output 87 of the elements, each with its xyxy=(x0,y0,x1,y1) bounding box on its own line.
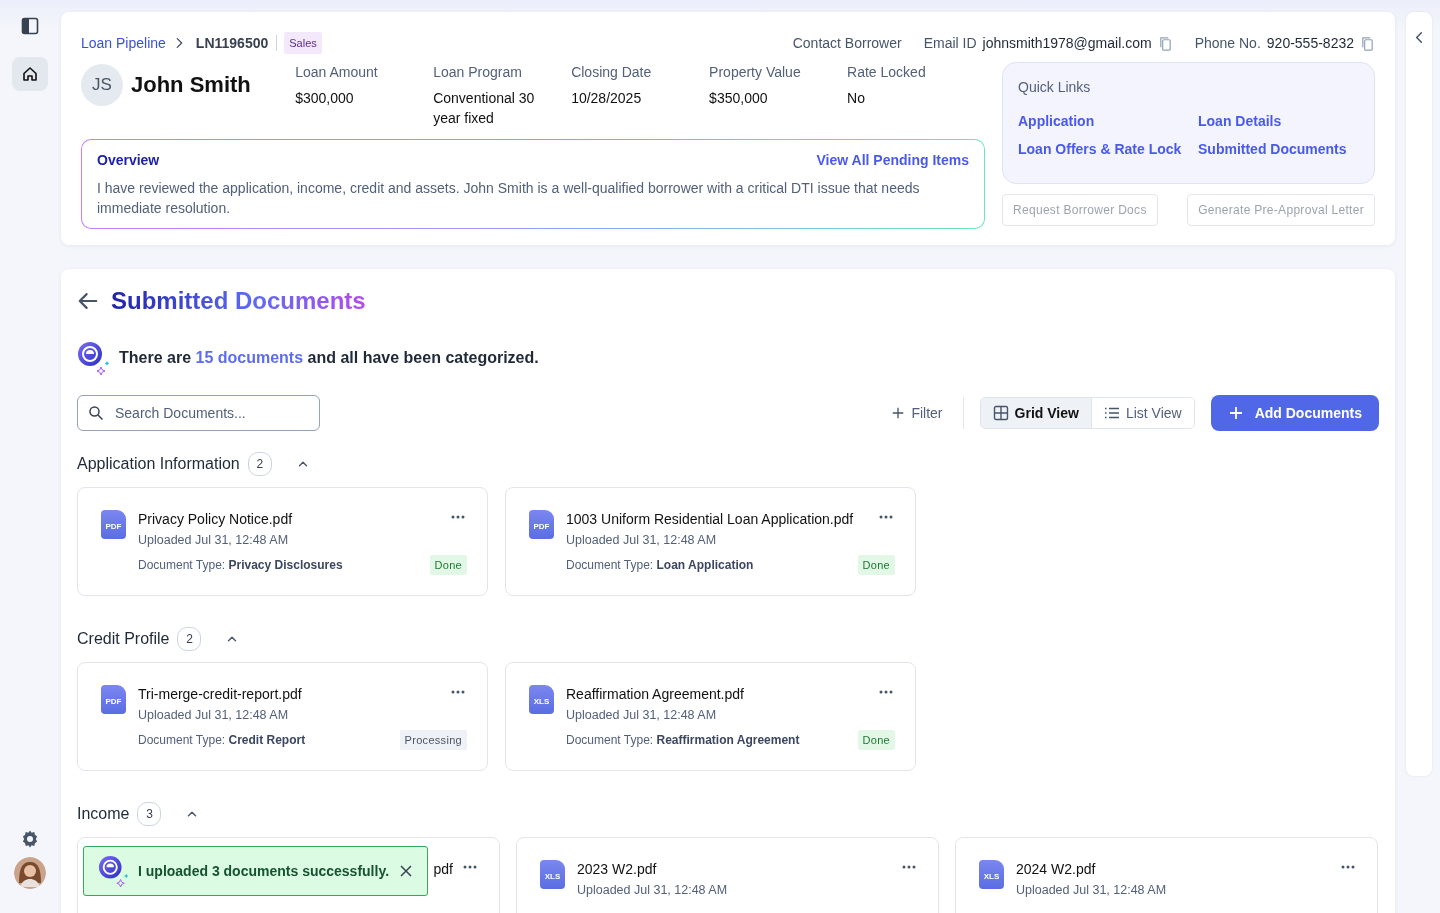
overview-title: Overview xyxy=(97,152,160,168)
email-value: johnsmith1978@gmail.com xyxy=(982,35,1152,51)
phone-value: 920-555-8232 xyxy=(1266,35,1354,51)
file-name: 1003 Uniform Residential Loan Application.pdf xyxy=(566,511,855,527)
file-icon: XLS xyxy=(979,860,1004,889)
upload-date: Uploaded Jul 31, 12:48 AM xyxy=(566,708,718,722)
field-value: $300,000 xyxy=(295,89,355,108)
field-label: Closing Date xyxy=(571,64,653,80)
upload-date: Uploaded Jul 31, 12:48 AM xyxy=(138,533,290,547)
file-name: pdf xyxy=(433,861,453,877)
document-type: Document Type: Privacy Disclosures xyxy=(138,558,343,572)
back-arrow-icon[interactable] xyxy=(77,290,99,312)
home-icon xyxy=(22,66,38,82)
summary-text: There are 15 documents and all have been categorized. xyxy=(119,349,539,367)
field-value: Conventional 30 year fixed xyxy=(433,89,536,128)
section-title: Credit Profile xyxy=(77,630,170,648)
pending-items-link[interactable]: View All Pending Items xyxy=(816,152,969,168)
toast-message: I uploaded 3 documents successfully. xyxy=(138,862,391,881)
overview-text: I have reviewed the application, income, credit and assets. John Smith is a well-qualified borrower with a critical DTI issue that needs immediate resolution. xyxy=(97,179,921,218)
field-value: $350,000 xyxy=(709,89,769,108)
file-name: Tri-merge-credit-report.pdf xyxy=(138,686,303,702)
breadcrumb-link[interactable]: Loan Pipeline xyxy=(81,35,166,51)
document-card[interactable]: XLS 2023 W2.pdf Uploaded Jul 31, 12:48 AM xyxy=(516,837,939,913)
upload-date: Uploaded Jul 31, 12:48 AM xyxy=(1016,883,1168,897)
file-name: Privacy Policy Notice.pdf xyxy=(138,511,294,527)
status-badge: Done xyxy=(429,555,467,575)
count-badge: 3 xyxy=(137,802,162,826)
file-icon: PDF xyxy=(101,510,126,539)
document-card[interactable]: PDF Privacy Policy Notice.pdf Uploaded Jul 31, 12:48 AM Document Type: Privacy Disclosures Done xyxy=(77,487,488,596)
status-badge: Processing xyxy=(399,730,467,750)
plus-icon xyxy=(1228,406,1243,420)
status-badge: Done xyxy=(857,730,895,750)
email-label: Email ID xyxy=(923,35,977,51)
settings-icon[interactable] xyxy=(20,829,40,849)
search-field[interactable]: Search Documents... xyxy=(77,395,320,431)
add-documents-button[interactable]: Add Documents xyxy=(1210,395,1379,431)
status-badge: Done xyxy=(857,555,895,575)
assistant-icon xyxy=(98,855,130,887)
quick-link[interactable]: Application xyxy=(1018,113,1095,129)
count-badge: 2 xyxy=(247,452,272,476)
plus-icon xyxy=(891,406,906,420)
upload-date: Uploaded Jul 31, 12:48 AM xyxy=(566,533,718,547)
assistant-icon xyxy=(77,341,111,375)
sidebar-toggle-icon[interactable] xyxy=(21,17,39,35)
upload-date: Uploaded Jul 31, 12:48 AM xyxy=(577,883,729,897)
file-icon: XLS xyxy=(540,860,565,889)
documents-count-link[interactable]: 15 documents xyxy=(195,349,304,366)
file-icon: XLS xyxy=(529,685,554,714)
field-value: No xyxy=(847,89,866,108)
quick-link[interactable]: Submitted Documents xyxy=(1198,141,1347,157)
view-toggle[interactable]: Grid View xyxy=(980,398,1092,428)
quick-link[interactable]: Loan Offers & Rate Lock xyxy=(1018,141,1182,157)
quick-links-title: Quick Links xyxy=(1018,79,1092,95)
tag: Sales xyxy=(284,32,322,54)
document-type: Document Type: Credit Report xyxy=(138,733,306,747)
file-name: 2023 W2.pdf xyxy=(577,861,658,877)
borrower-name: John Smith xyxy=(131,72,251,98)
home-button[interactable] xyxy=(12,57,48,91)
document-type: Document Type: Loan Application xyxy=(566,558,754,572)
document-card[interactable]: XLS 2024 W2.pdf Uploaded Jul 31, 12:48 AM xyxy=(955,837,1378,913)
file-name: 2024 W2.pdf xyxy=(1016,861,1097,877)
quick-link[interactable]: Loan Details xyxy=(1198,113,1282,129)
document-type: Document Type: Reaffirmation Agreement xyxy=(566,733,800,747)
file-icon: PDF xyxy=(529,510,554,539)
field-label: Loan Amount xyxy=(295,64,379,80)
file-name: Reaffirmation Agreement.pdf xyxy=(566,686,745,702)
section-title: Application Information xyxy=(77,455,240,473)
field-label: Property Value xyxy=(709,64,802,80)
count-badge: 2 xyxy=(177,627,202,651)
upload-date: Uploaded Jul 31, 12:48 AM xyxy=(138,708,290,722)
document-card[interactable]: PDF Tri-merge-credit-report.pdf Uploaded Jul 31, 12:48 AM Document Type: Credit Report Processing xyxy=(77,662,488,771)
section-title: Income xyxy=(77,805,130,823)
grid-icon xyxy=(992,405,1009,421)
avatar: JS xyxy=(81,64,123,106)
close-icon[interactable] xyxy=(399,864,413,878)
field-label: Rate Locked xyxy=(847,64,927,80)
document-card[interactable]: PDF 1003 Uniform Residential Loan Application.pdf Uploaded Jul 31, 12:48 AM Document Type: Loan Application Done xyxy=(505,487,916,596)
document-card[interactable]: XLS Reaffirmation Agreement.pdf Uploaded Jul 31, 12:48 AM Document Type: Reaffirmation Agreement Done xyxy=(505,662,916,771)
list-icon xyxy=(1103,405,1120,421)
file-icon: PDF xyxy=(101,685,126,714)
loan-number: LN1196500 xyxy=(195,35,278,51)
phone-label: Phone No. xyxy=(1194,35,1261,51)
search-icon xyxy=(88,405,104,421)
filter-button[interactable]: Filter xyxy=(891,405,963,421)
field-value: 10/28/2025 xyxy=(571,89,643,108)
field-label: Loan Program xyxy=(433,64,523,80)
contact-title: Contact Borrower xyxy=(792,35,902,51)
